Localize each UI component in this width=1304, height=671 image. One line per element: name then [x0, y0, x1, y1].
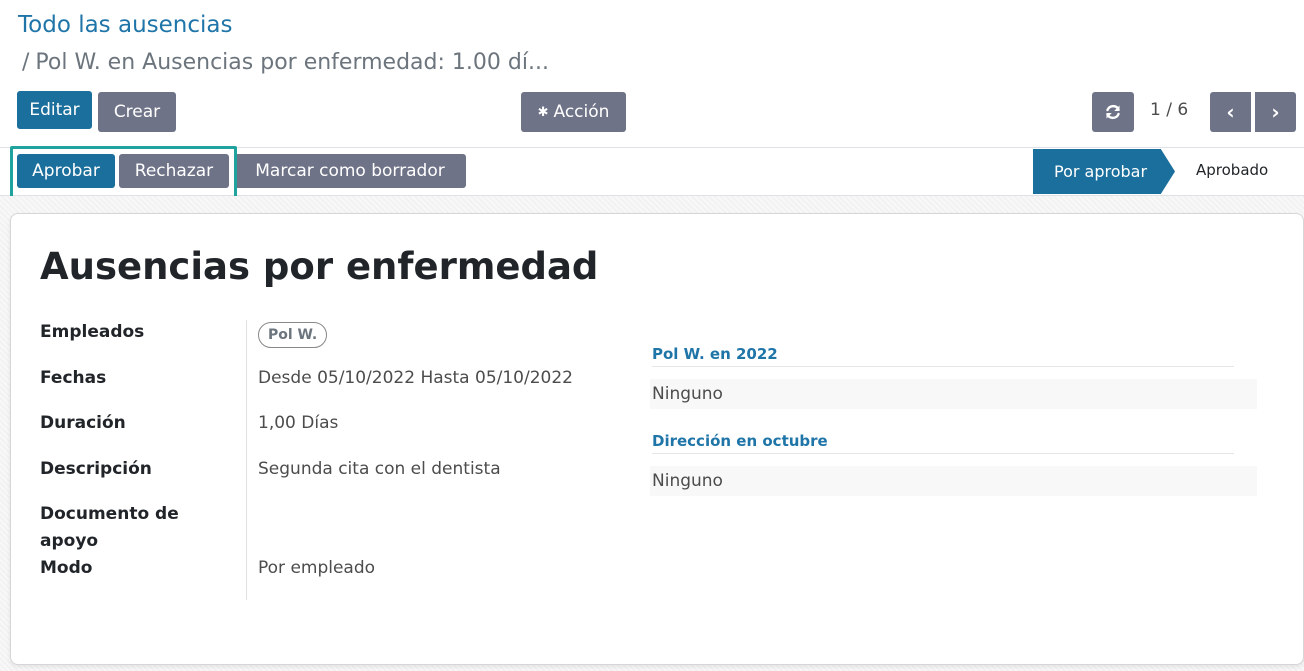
stage-to-approve[interactable]: Por aprobar	[1033, 149, 1175, 194]
mode-label: Modo	[40, 558, 93, 578]
allocation-value: Ninguno	[650, 379, 1257, 409]
support-document-label: Documento de apoyo	[40, 504, 179, 551]
breadcrumb-current-label: Pol W. en Ausencias por enfermedad: 1.00…	[35, 50, 549, 75]
duration-label: Duración	[40, 413, 126, 433]
control-panel: Todo las ausencias / Pol W. en Ausencias …	[0, 0, 1304, 148]
edit-button[interactable]: Editar	[17, 91, 92, 129]
date-to-field: 05/10/2022	[475, 368, 573, 388]
pager-next-button[interactable]: ›	[1255, 92, 1296, 132]
duration-unit: Días	[301, 413, 339, 433]
breadcrumb-current: / Pol W. en Ausencias por enfermedad: 1.0…	[22, 50, 549, 75]
create-button[interactable]: Crear	[98, 92, 176, 132]
dates-from-label: Desde	[258, 368, 312, 388]
field-divider	[246, 320, 247, 600]
refresh-icon	[1104, 103, 1122, 121]
mode-value: Por empleado	[258, 558, 376, 578]
gear-icon: ✱	[537, 104, 549, 120]
allocation-value: Ninguno	[650, 466, 1257, 496]
description-label: Descripción	[40, 459, 152, 479]
dates-value: Desde 05/10/2022 Hasta 05/10/2022	[258, 368, 573, 388]
employees-label: Empleados	[40, 322, 145, 342]
dates-label: Fechas	[40, 368, 107, 388]
duration-value: 1,00 Días	[258, 413, 338, 433]
allocation-title: Dirección en octubre	[652, 432, 828, 450]
allocation-divider	[652, 366, 1234, 367]
chevron-left-icon: ‹	[1226, 100, 1235, 124]
pager-previous-button[interactable]: ‹	[1210, 92, 1251, 132]
date-from-field: 05/10/2022	[317, 368, 416, 388]
leave-type-title: Ausencias por enfermedad	[40, 245, 599, 288]
stage-approved[interactable]: Aprobado	[1196, 161, 1268, 179]
description-value: Segunda cita con el dentista	[258, 459, 501, 479]
approve-button[interactable]: Aprobar	[17, 154, 115, 188]
mark-as-draft-button[interactable]: Marcar como borrador	[234, 154, 466, 188]
pager-value[interactable]: 1 / 6	[1150, 100, 1188, 120]
breadcrumb-separator: /	[22, 50, 30, 75]
refuse-button[interactable]: Rechazar	[119, 154, 229, 188]
action-label: Acción	[553, 102, 610, 122]
breadcrumb-parent-link[interactable]: Todo las ausencias	[18, 12, 232, 38]
allocation-divider	[652, 453, 1234, 454]
chevron-right-icon: ›	[1271, 100, 1280, 124]
dates-to-label: Hasta	[420, 368, 470, 388]
employee-tag[interactable]: Pol W.	[258, 322, 328, 348]
duration-number: 1,00	[258, 413, 296, 433]
action-dropdown-button[interactable]: ✱ Acción	[521, 92, 626, 132]
refresh-button[interactable]	[1092, 92, 1134, 132]
allocation-title: Pol W. en 2022	[652, 345, 778, 363]
